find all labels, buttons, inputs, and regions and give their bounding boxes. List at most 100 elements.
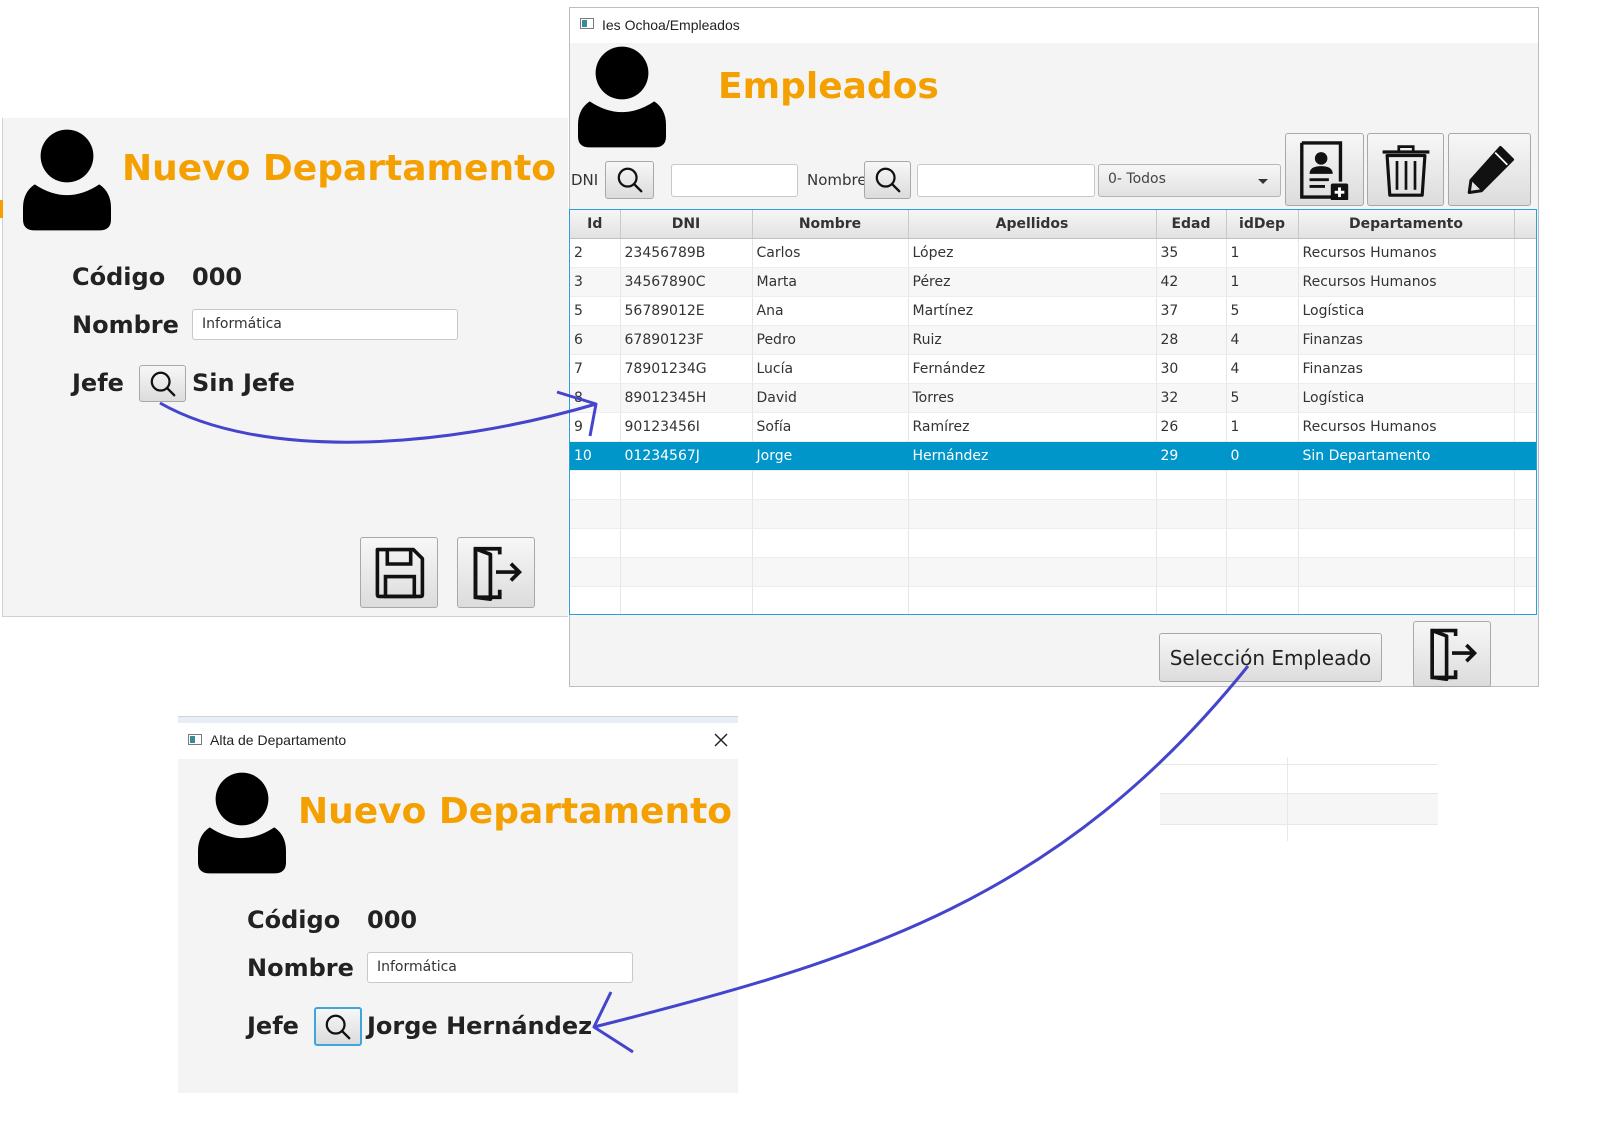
table-cell: [908, 528, 1157, 558]
search-icon: [324, 1013, 352, 1041]
table-row[interactable]: 3 34567890C Marta Pérez 42 1 Recursos Humanos: [570, 267, 1536, 297]
add-contact-icon: [1296, 140, 1354, 200]
nombre-label: Nombre: [247, 954, 354, 982]
table-cell: 1: [1226, 238, 1299, 268]
page-title: Nuevo Departamento: [298, 791, 733, 832]
nombre-input[interactable]: Informática: [367, 952, 633, 983]
empty-table-row: [570, 528, 1536, 558]
window-app-icon: [188, 734, 202, 745]
table-cell: 26: [1156, 412, 1227, 442]
jefe-search-button[interactable]: [139, 365, 186, 402]
table-cell: [1156, 557, 1227, 587]
jefe-value: Jorge Hernández: [367, 1012, 593, 1040]
table-cell: [908, 470, 1157, 500]
column-header[interactable]: idDep: [1226, 210, 1299, 239]
table-cell: Marta: [752, 267, 909, 297]
table-cell: Recursos Humanos: [1298, 238, 1515, 268]
exit-button[interactable]: [1413, 621, 1491, 687]
table-cell: Ruiz: [908, 325, 1157, 355]
empty-table-row: [570, 499, 1536, 529]
empty-table-row: [570, 470, 1536, 500]
table-cell: [752, 557, 909, 587]
exit-icon: [1425, 627, 1479, 681]
table-cell: [570, 557, 621, 587]
employees-table[interactable]: Id DNI Nombre Apellidos Edad idDep Departament…: [569, 209, 1537, 615]
page-title: Nuevo Departamento: [122, 148, 557, 189]
table-cell: [1226, 499, 1299, 529]
table-cell: Logística: [1298, 296, 1515, 326]
table-cell: [752, 499, 909, 529]
table-cell: Pedro: [752, 325, 909, 355]
table-cell: 9: [570, 412, 621, 442]
table-cell-filler: [1514, 238, 1536, 268]
search-icon: [149, 370, 177, 398]
table-cell: [570, 528, 621, 558]
table-cell-filler: [1514, 441, 1536, 471]
table-cell: Ramírez: [908, 412, 1157, 442]
table-cell: Hernández: [908, 441, 1157, 471]
table-cell: Jorge: [752, 441, 909, 471]
delete-employee-button[interactable]: [1367, 133, 1444, 206]
table-cell: Sin Departamento: [1298, 441, 1515, 471]
page-title: Empleados: [718, 66, 939, 107]
save-icon: [372, 546, 426, 600]
table-cell: Carlos: [752, 238, 909, 268]
table-cell: Lucía: [752, 354, 909, 384]
table-row[interactable]: 2 23456789B Carlos López 35 1 Recursos Humanos: [570, 238, 1536, 268]
table-row[interactable]: 10 01234567J Jorge Hernández 29 0 Sin Departam…: [570, 441, 1536, 471]
close-icon[interactable]: [712, 729, 732, 751]
table-cell: [908, 586, 1157, 614]
save-button[interactable]: [360, 537, 438, 608]
select-employee-button[interactable]: Selección Empleado: [1159, 633, 1382, 682]
nombre-input[interactable]: Informática: [192, 309, 458, 340]
column-header[interactable]: Nombre: [752, 210, 909, 239]
column-header[interactable]: Departamento: [1298, 210, 1515, 239]
table-cell-filler: [1514, 296, 1536, 326]
table-cell: 01234567J: [620, 441, 753, 471]
column-header[interactable]: Id: [570, 210, 621, 239]
window-title: Ies Ochoa/Empleados: [602, 17, 740, 33]
nombre-search-button[interactable]: [864, 161, 911, 199]
table-cell-filler: [1514, 267, 1536, 297]
table-cell: [1156, 528, 1227, 558]
column-header-filler: [1514, 210, 1536, 239]
nombre-filter-input[interactable]: [917, 164, 1095, 197]
codigo-label: Código: [247, 906, 341, 934]
column-header[interactable]: Edad: [1156, 210, 1227, 239]
table-cell: Finanzas: [1298, 325, 1515, 355]
dni-search-button[interactable]: [605, 161, 654, 199]
jefe-label: Jefe: [247, 1012, 299, 1040]
table-cell: [752, 528, 909, 558]
edit-employee-button[interactable]: [1448, 133, 1531, 206]
table-cell: [752, 470, 909, 500]
column-header[interactable]: Apellidos: [908, 210, 1157, 239]
table-cell: Pérez: [908, 267, 1157, 297]
table-cell: 7: [570, 354, 621, 384]
add-employee-button[interactable]: [1285, 133, 1364, 206]
table-cell: [570, 499, 621, 529]
table-row[interactable]: 8 89012345H David Torres 32 5 Logística: [570, 383, 1536, 413]
table-cell: López: [908, 238, 1157, 268]
pencil-icon: [1464, 144, 1516, 196]
table-cell: [620, 499, 753, 529]
table-cell: 5: [1226, 296, 1299, 326]
jefe-search-button[interactable]: [314, 1007, 362, 1046]
table-cell: [1514, 586, 1536, 614]
table-cell: [1226, 470, 1299, 500]
table-cell: 0: [1226, 441, 1299, 471]
table-cell: [1514, 470, 1536, 500]
table-cell: [1156, 499, 1227, 529]
dni-input[interactable]: [671, 164, 798, 197]
table-cell: 37: [1156, 296, 1227, 326]
table-cell: [1514, 528, 1536, 558]
table-row[interactable]: 9 90123456I Sofía Ramírez 26 1 Recursos Humano…: [570, 412, 1536, 442]
table-row[interactable]: 7 78901234G Lucía Fernández 30 4 Finanzas: [570, 354, 1536, 384]
table-row[interactable]: 5 56789012E Ana Martínez 37 5 Logística: [570, 296, 1536, 326]
table-row[interactable]: 6 67890123F Pedro Ruiz 28 4 Finanzas: [570, 325, 1536, 355]
table-cell: 8: [570, 383, 621, 413]
table-cell: Logística: [1298, 383, 1515, 413]
column-header[interactable]: DNI: [620, 210, 753, 239]
departamento-filter-select[interactable]: 0- Todos: [1098, 164, 1281, 197]
exit-button[interactable]: [457, 537, 535, 608]
nombre-label: Nombre: [72, 311, 179, 339]
